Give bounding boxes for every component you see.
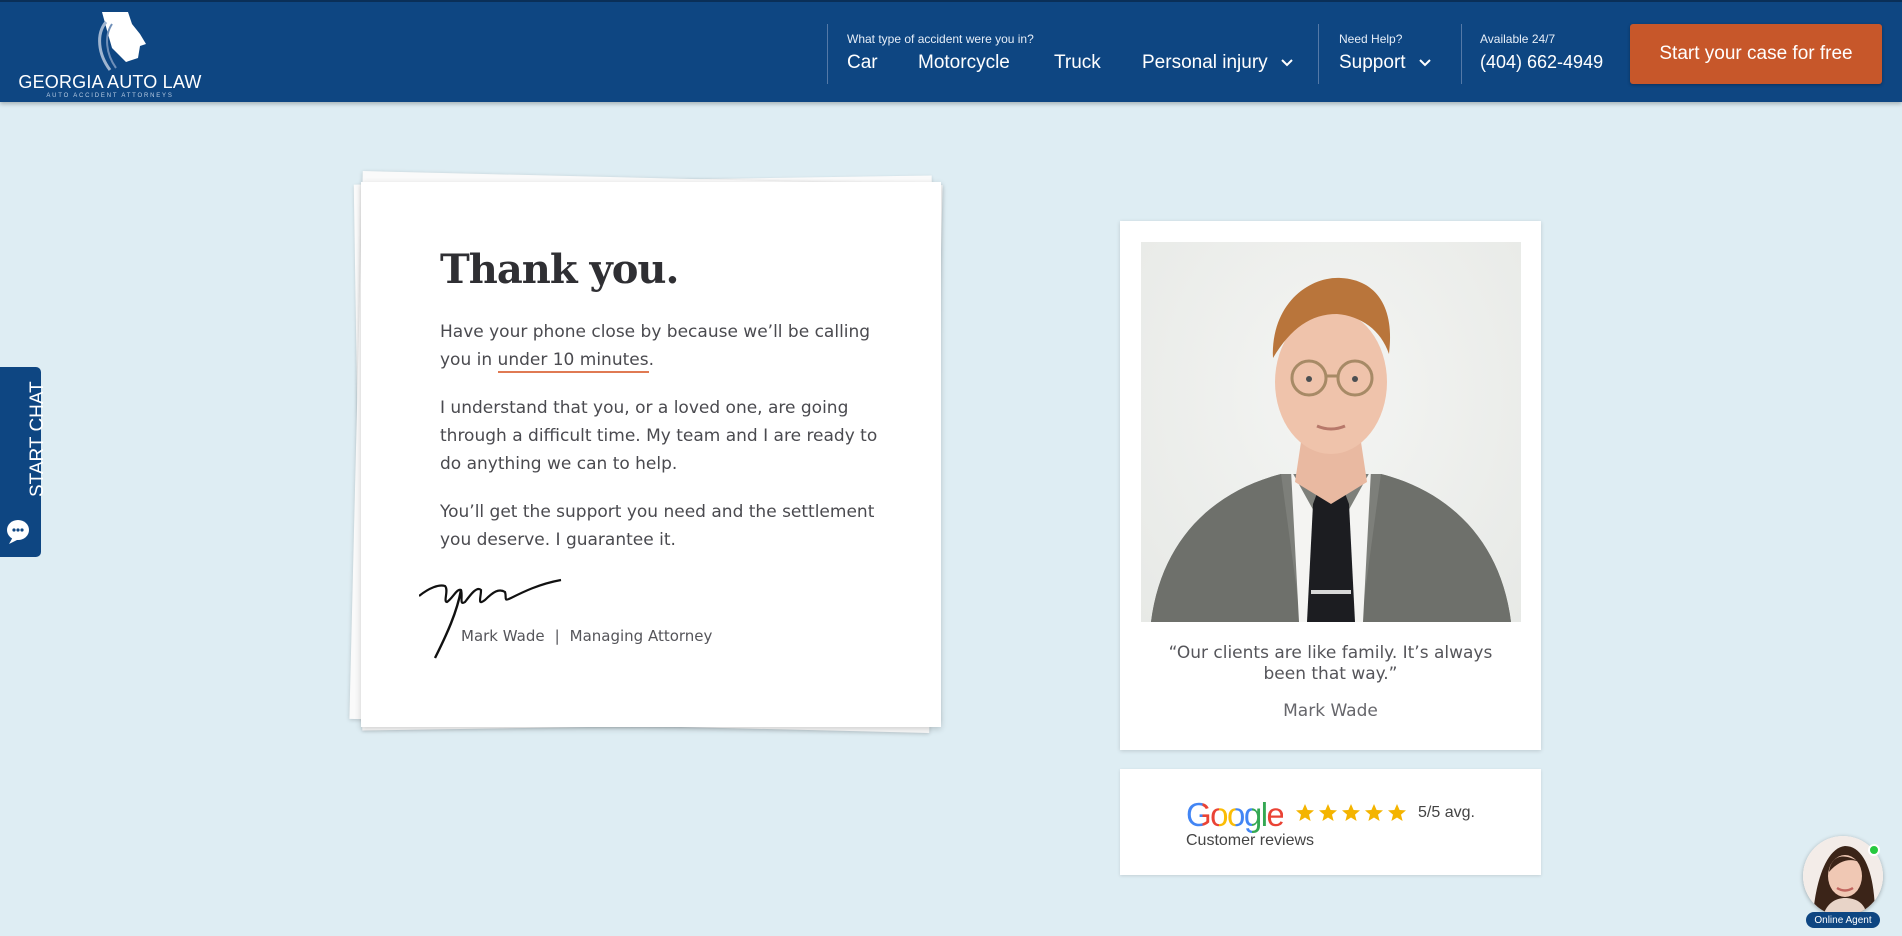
start-case-button[interactable]: Start your case for free	[1630, 24, 1882, 84]
site-header: GEORGIA AUTO LAW AUTO ACCIDENT ATTORNEYS…	[0, 0, 1902, 102]
start-chat-label: START CHAT	[27, 381, 48, 497]
help-caption: Need Help?	[1339, 32, 1403, 46]
nav-support-label: Support	[1339, 52, 1406, 73]
google-reviews-card[interactable]: Google 5/5 avg. Customer reviews	[1120, 769, 1541, 875]
thank-you-letter: Thank you. Have your phone close by beca…	[361, 182, 941, 727]
nav-personal-injury[interactable]: Personal injury	[1142, 52, 1294, 74]
quote-author: Mark Wade	[1283, 701, 1378, 721]
signer-title: Managing Attorney	[569, 627, 713, 645]
online-status-indicator	[1868, 844, 1880, 856]
google-logo: Google	[1186, 796, 1285, 834]
logo-text: GEORGIA AUTO LAW	[18, 72, 202, 92]
attorney-profile-card: “Our clients are like family. It’s alway…	[1120, 221, 1541, 750]
letter-paragraph-2: I understand that you, or a loved one, a…	[440, 398, 878, 474]
nav-support[interactable]: Support	[1339, 52, 1432, 74]
signature-image	[419, 578, 562, 659]
logo-subtext: AUTO ACCIDENT ATTORNEYS	[46, 93, 174, 99]
letter-paragraph-3: You’ll get the support you need and the …	[440, 502, 875, 550]
star-icon	[1342, 804, 1360, 821]
nav-car[interactable]: Car	[847, 52, 878, 74]
nav-truck-label: Truck	[1054, 52, 1101, 73]
start-chat-tab[interactable]: START CHAT	[0, 367, 48, 557]
accident-type-caption: What type of accident were you in?	[847, 32, 1034, 46]
rating-stars	[1295, 803, 1407, 823]
chevron-down-icon	[1280, 59, 1293, 67]
star-icon	[1388, 804, 1406, 821]
letter-title: Thank you.	[440, 246, 679, 293]
signer-name: Mark Wade	[461, 627, 545, 645]
star-icon	[1319, 804, 1337, 821]
nav-personal-injury-label: Personal injury	[1142, 52, 1268, 73]
star-icon	[1296, 804, 1314, 821]
google-logo-text: Google	[1186, 796, 1285, 833]
phone-number: (404) 662-4949	[1480, 52, 1604, 72]
chat-bubble-icon	[7, 520, 29, 544]
logo[interactable]: GEORGIA AUTO LAW AUTO ACCIDENT ATTORNEYS	[18, 10, 202, 100]
nav-divider	[1318, 24, 1319, 84]
nav-motorcycle[interactable]: Motorcycle	[918, 52, 1010, 74]
phone-link[interactable]: (404) 662-4949	[1480, 52, 1603, 73]
letter-paragraph-1: Have your phone close by because we’ll b…	[440, 318, 880, 374]
signer-line: Mark Wade | Managing Attorney	[461, 627, 712, 645]
star-icon	[1365, 804, 1383, 821]
chevron-down-icon	[1418, 59, 1431, 67]
rating-average: 5/5 avg.	[1418, 804, 1475, 821]
nav-motorcycle-label: Motorcycle	[918, 52, 1010, 73]
attorney-photo	[1141, 242, 1521, 622]
nav-divider	[1461, 24, 1462, 84]
callback-time-highlight: under 10 minutes	[497, 350, 649, 373]
nav-car-label: Car	[847, 52, 878, 73]
signer-separator: |	[554, 627, 560, 645]
online-agent-label: Online Agent	[1806, 912, 1880, 928]
georgia-map-icon	[98, 12, 146, 71]
attorney-quote: “Our clients are like family. It’s alway…	[1168, 643, 1493, 684]
attorney-portrait-illustration	[1151, 277, 1511, 622]
phone-caption: Available 24/7	[1480, 32, 1556, 46]
customer-reviews-label: Customer reviews	[1186, 832, 1315, 849]
nav-divider	[827, 24, 828, 84]
letter-p1-end: .	[648, 350, 654, 370]
nav-truck[interactable]: Truck	[1054, 52, 1101, 74]
